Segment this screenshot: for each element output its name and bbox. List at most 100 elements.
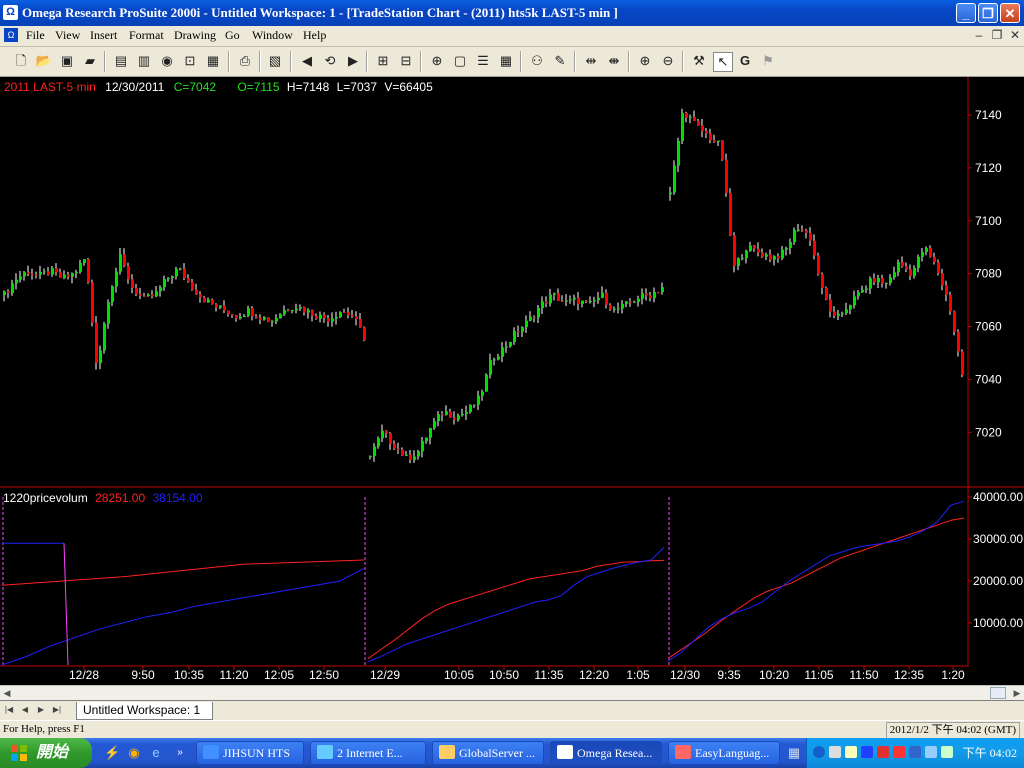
insert-indicator-icon[interactable]: ⊟ xyxy=(397,52,415,70)
tab-workspace[interactable]: Untitled Workspace: 1 xyxy=(76,702,214,720)
forward-icon[interactable]: ▶ xyxy=(344,52,362,70)
candle xyxy=(175,266,178,280)
candle xyxy=(335,311,338,325)
back-icon[interactable]: ◀ xyxy=(298,52,316,70)
new-icon[interactable]: 🗋 xyxy=(12,52,30,70)
minimize-button[interactable]: _ xyxy=(956,3,976,23)
candle xyxy=(725,153,728,197)
price-chart[interactable]: 7020 7040 7060 7080 7100 7120 7140 10000.00 2000… xyxy=(0,77,1024,685)
candle-body xyxy=(681,112,684,141)
tray-misc-icon[interactable] xyxy=(941,746,953,758)
tray-speaker-icon[interactable] xyxy=(845,746,857,758)
mdi-close-icon[interactable]: ✕ xyxy=(1007,27,1023,43)
horizontal-scrollbar[interactable]: ◀ ▶ xyxy=(0,685,1024,700)
zoom-out-icon[interactable]: ⊖ xyxy=(659,52,677,70)
chart-high: H=7148 xyxy=(286,80,330,94)
tray-security-icon[interactable] xyxy=(893,746,905,758)
folder-icon[interactable]: ▰ xyxy=(81,52,99,70)
tray-app-icon[interactable] xyxy=(909,746,921,758)
tray-display-icon[interactable] xyxy=(925,746,937,758)
candle xyxy=(11,279,14,296)
menu-help[interactable]: Help xyxy=(303,28,326,43)
tab-next-icon[interactable]: ▶ xyxy=(34,703,48,717)
close-button[interactable]: ✕ xyxy=(1000,3,1020,23)
candle xyxy=(377,436,380,449)
insert-study-icon[interactable]: ⊞ xyxy=(374,52,392,70)
title-bar[interactable]: Ω Omega Research ProSuite 2000i - Untitl… xyxy=(0,0,1024,26)
tab-first-icon[interactable]: |◀ xyxy=(2,703,16,717)
menu-drawing[interactable]: Drawing xyxy=(174,28,216,43)
tray-arrow-icon[interactable] xyxy=(813,746,825,758)
menu-insert[interactable]: Insert xyxy=(90,28,117,43)
table-icon[interactable]: ▦ xyxy=(497,52,515,70)
workspace-icon[interactable]: ▣ xyxy=(58,52,76,70)
globe-icon[interactable]: ◉ xyxy=(158,52,176,70)
chart-icon[interactable]: ▥ xyxy=(135,52,153,70)
candle xyxy=(457,413,460,422)
printer-icon[interactable]: ⎙ xyxy=(236,52,254,70)
task-omega[interactable]: Omega Resea... xyxy=(550,741,662,765)
scroll-right-icon[interactable]: ▶ xyxy=(1010,686,1024,700)
menu-file[interactable]: File xyxy=(26,28,45,43)
zoom-doc-icon[interactable]: ⊡ xyxy=(181,52,199,70)
candle-body xyxy=(773,256,776,260)
pen-icon[interactable]: ✎ xyxy=(551,52,569,70)
page-icon[interactable]: ▦ xyxy=(204,52,222,70)
candle xyxy=(493,357,496,366)
task-internet-explorer[interactable]: 2 Internet E... xyxy=(310,741,426,765)
tray-network-icon[interactable] xyxy=(829,746,841,758)
candle xyxy=(849,304,852,315)
menu-window[interactable]: Window xyxy=(252,28,293,43)
refresh-icon[interactable]: ⟲ xyxy=(321,52,339,70)
candle xyxy=(521,326,524,338)
chart-type-icon[interactable]: ⚇ xyxy=(528,52,546,70)
print-preview-icon[interactable]: ▤ xyxy=(112,52,130,70)
bar-spacing-icon[interactable]: ⇹ xyxy=(582,52,600,70)
candle-body xyxy=(461,413,464,416)
start-button[interactable]: 開始 xyxy=(0,738,92,768)
tools-icon[interactable]: ⚒ xyxy=(690,52,708,70)
mdi-minimize-icon[interactable]: – xyxy=(971,27,987,43)
chart-canvas[interactable]: 7020 7040 7060 7080 7100 7120 7140 10000.00 2000… xyxy=(0,77,1024,685)
task-globalserver[interactable]: GlobalServer ... xyxy=(432,741,544,765)
format-icon[interactable]: ▧ xyxy=(266,52,284,70)
candlestick-series xyxy=(3,108,964,464)
time-tick-label: 12:35 xyxy=(894,668,924,682)
quicklaunch-tool-icon[interactable]: ⚡ xyxy=(104,745,120,761)
show-desktop-icon[interactable]: ▦ xyxy=(786,745,802,761)
news-icon[interactable]: ▢ xyxy=(451,52,469,70)
omega-icon[interactable]: Ω xyxy=(3,5,18,20)
tray-bluetooth-icon[interactable] xyxy=(861,746,873,758)
menu-format[interactable]: Format xyxy=(129,28,164,43)
document-icon[interactable]: Ω xyxy=(4,28,18,42)
task-jihsun[interactable]: JIHSUN HTS xyxy=(196,741,304,765)
tab-prev-icon[interactable]: ◀ xyxy=(18,703,32,717)
compress-icon[interactable]: ⇼ xyxy=(605,52,623,70)
candle xyxy=(581,300,584,308)
radar-icon[interactable]: ⊕ xyxy=(428,52,446,70)
candle xyxy=(163,275,166,291)
quicklaunch-expand-icon[interactable]: » xyxy=(172,745,188,761)
menu-view[interactable]: View xyxy=(55,28,80,43)
quicklaunch-ie-icon[interactable]: e xyxy=(148,745,164,761)
tray-antivirus-icon[interactable] xyxy=(877,746,889,758)
open-icon[interactable]: 📂 xyxy=(35,52,53,70)
scroll-thumb[interactable] xyxy=(990,687,1006,699)
g-icon[interactable]: G xyxy=(736,52,754,70)
candle-body xyxy=(613,308,616,310)
grid-icon[interactable]: ☰ xyxy=(474,52,492,70)
mdi-restore-icon[interactable]: ❐ xyxy=(989,27,1005,43)
quicklaunch-media-icon[interactable]: ◉ xyxy=(126,745,142,761)
candle xyxy=(19,270,22,283)
task-easylanguage[interactable]: EasyLanguag... xyxy=(668,741,780,765)
candle-body xyxy=(593,300,596,302)
zoom-in-icon[interactable]: ⊕ xyxy=(636,52,654,70)
restore-button[interactable]: ❐ xyxy=(978,3,998,23)
menu-go[interactable]: Go xyxy=(225,28,240,43)
tab-last-icon[interactable]: ▶| xyxy=(50,703,64,717)
candle-body xyxy=(833,311,836,316)
scroll-left-icon[interactable]: ◀ xyxy=(0,686,14,700)
window-title: Omega Research ProSuite 2000i - Untitled… xyxy=(22,5,618,20)
workspace-tab-bar: |◀ ◀ ▶ ▶| Untitled Workspace: 1 xyxy=(0,700,1024,720)
pointer-icon[interactable]: ↖ xyxy=(713,52,733,72)
